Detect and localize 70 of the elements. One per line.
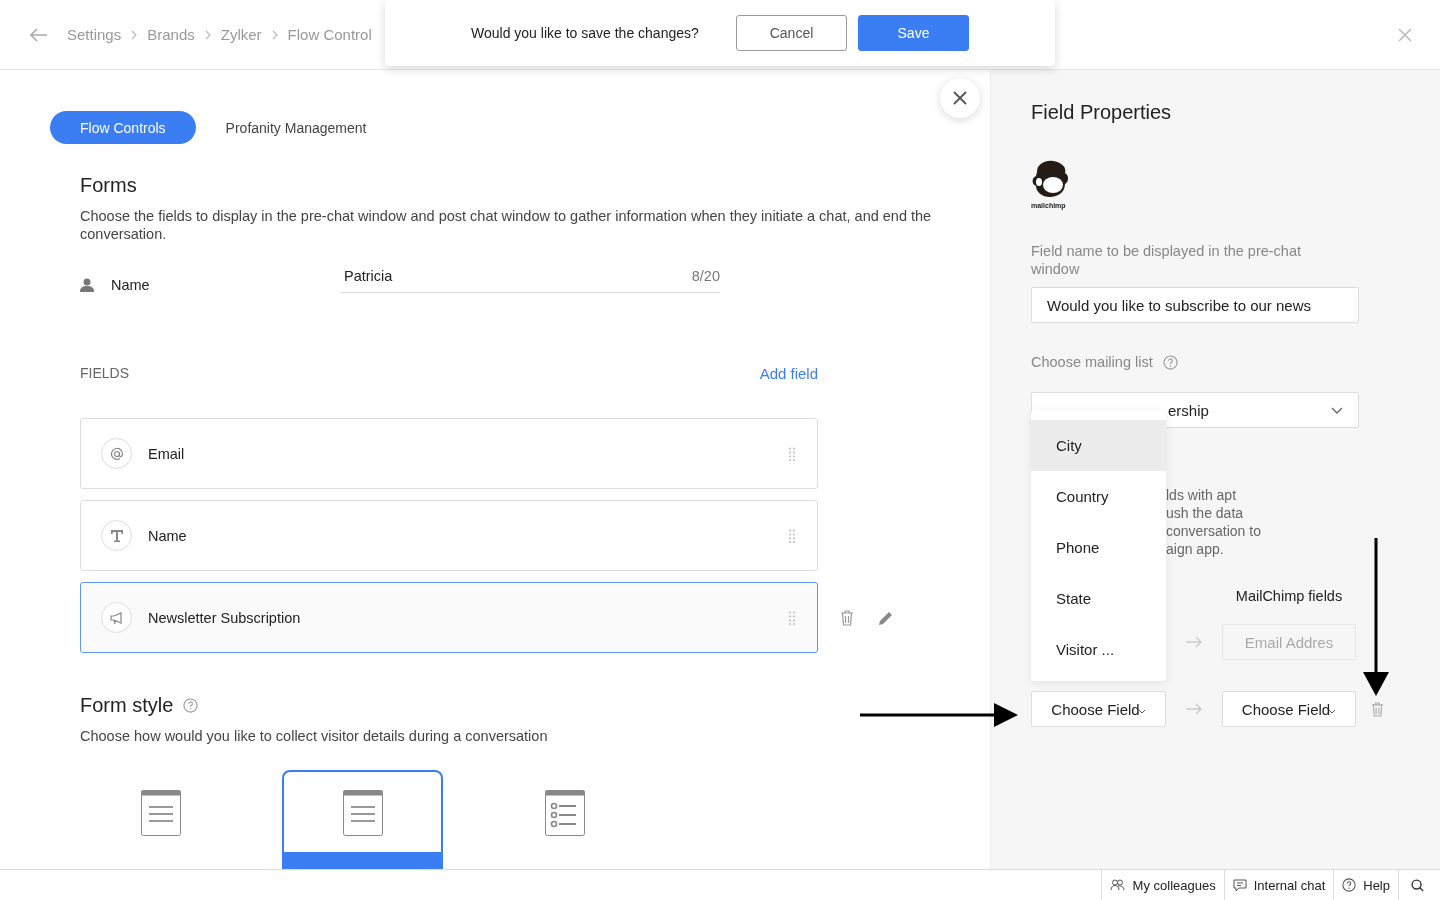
megaphone-icon — [101, 602, 132, 633]
save-button[interactable]: Save — [858, 15, 969, 51]
field-name: Email — [148, 445, 186, 462]
dropdown-item[interactable]: Phone — [1031, 522, 1166, 573]
right-arrow-icon — [1186, 636, 1202, 648]
tab[interactable]: Flow Controls — [50, 111, 196, 144]
chevron-icon — [204, 29, 211, 40]
status-bar-item[interactable]: Help — [1333, 870, 1398, 900]
people-icon — [1109, 879, 1126, 891]
dropdown-item[interactable]: State — [1031, 573, 1166, 624]
status-bar-item[interactable]: My colleagues — [1100, 870, 1224, 900]
panel-title: Field Properties — [1031, 100, 1173, 124]
mapping-description: lds with apt ush the data conversation to aign app. — [1166, 486, 1262, 558]
mascot-logo-icon — [1031, 160, 1071, 198]
chevron-icon — [131, 29, 138, 40]
trash-icon[interactable] — [1371, 701, 1384, 717]
cancel-button[interactable]: Cancel — [736, 15, 847, 51]
chevron-icon — [271, 29, 278, 40]
disabled-field: Email Addres — [1222, 624, 1356, 660]
chevron-down-icon — [1331, 406, 1343, 414]
name-input-field[interactable]: Patricia 8/20 — [340, 267, 720, 293]
field-card[interactable]: Newsletter Subscription — [80, 582, 818, 653]
column-header: MailChimp fields — [1234, 588, 1344, 604]
status-bar-item[interactable]: Internal chat — [1223, 870, 1334, 900]
right-arrow-icon — [1186, 703, 1202, 715]
close-button[interactable] — [940, 78, 980, 118]
form-window-icon — [140, 790, 181, 836]
help-icon[interactable] — [183, 697, 199, 713]
tab[interactable]: Profanity Management — [225, 111, 367, 144]
field-name: Newsletter Subscription — [148, 609, 302, 626]
dropdown-item[interactable]: Country — [1031, 471, 1166, 522]
help-icon[interactable] — [1162, 354, 1178, 370]
close-icon[interactable] — [1398, 27, 1412, 42]
person-icon — [80, 278, 94, 292]
section-title: Form style — [80, 693, 174, 717]
field-label: Field name to be displayed in the pre-chat window — [1031, 242, 1303, 278]
dropdown-item[interactable]: City — [1031, 420, 1166, 471]
field-name: Name — [148, 527, 188, 544]
trash-icon[interactable] — [840, 609, 854, 626]
chat-icon — [1232, 878, 1247, 892]
field-label: Choose mailing list — [1031, 353, 1153, 371]
add-field-link[interactable]: Add field — [759, 365, 818, 382]
close-icon — [953, 91, 967, 105]
field-name-input[interactable]: Would you like to subscribe to our news — [1031, 287, 1359, 323]
section-title: Forms — [80, 173, 138, 197]
search-icon[interactable] — [1411, 878, 1424, 892]
chevron-down-icon — [1137, 708, 1146, 714]
drag-handle-icon[interactable] — [789, 446, 795, 461]
chevron-down-icon — [1328, 708, 1337, 714]
form-window-icon — [342, 790, 383, 836]
drag-handle-icon[interactable] — [789, 528, 795, 543]
pencil-icon[interactable] — [878, 609, 894, 626]
fields-heading: FIELDS — [80, 365, 129, 382]
section-description: Choose how would you like to collect visitor details during a conversation — [80, 727, 549, 745]
drag-handle-icon[interactable] — [789, 610, 795, 625]
character-counter: 8/20 — [691, 267, 720, 284]
field-card[interactable]: Name — [80, 500, 818, 571]
choose-field-select[interactable]: Choose Field — [1031, 691, 1166, 727]
at-sign-icon — [101, 438, 132, 469]
text-icon — [101, 520, 132, 551]
choose-field-select[interactable]: Choose Field — [1222, 691, 1356, 727]
help-icon — [1342, 878, 1357, 892]
dropdown-item[interactable]: Visitor ... — [1031, 624, 1166, 675]
field-label: Name — [111, 277, 151, 293]
back-arrow-icon[interactable] — [30, 27, 48, 42]
confirm-message: Would you like to save the changes? — [471, 25, 700, 41]
list-form-icon — [544, 790, 585, 836]
field-card[interactable]: Email — [80, 418, 818, 489]
section-description: Choose the fields to display in the pre-chat window and post chat window to gather information when they initiate a chat, and end the conversation. — [80, 207, 933, 243]
style-option-card[interactable] — [282, 770, 443, 869]
